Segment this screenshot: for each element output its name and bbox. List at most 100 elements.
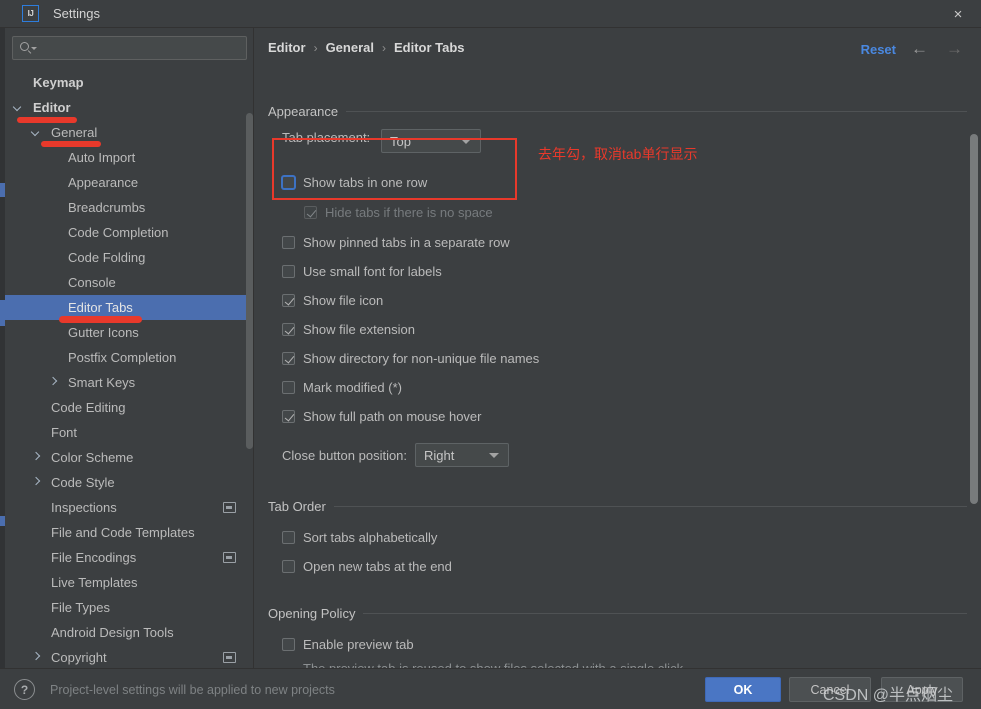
- checkbox-label: Sort tabs alphabetically: [303, 530, 438, 545]
- checkbox-row-open-new-tabs-end[interactable]: Open new tabs at the end: [282, 559, 452, 574]
- chevron-down-icon[interactable]: [13, 102, 24, 113]
- sidebar-item-font[interactable]: Font: [5, 420, 253, 445]
- cancel-button[interactable]: Cancel: [789, 677, 871, 702]
- sidebar-item-label: Color Scheme: [51, 450, 134, 465]
- breadcrumb-part[interactable]: General: [326, 40, 374, 55]
- sidebar-item-android-design-tools[interactable]: Android Design Tools: [5, 620, 253, 645]
- chevron-right-icon[interactable]: [31, 452, 42, 463]
- sidebar-item-label: Editor: [33, 100, 71, 115]
- apply-button[interactable]: Apply: [881, 677, 963, 702]
- sidebar-item-auto-import[interactable]: Auto Import: [5, 145, 253, 170]
- checkbox-row-enable-preview-tab[interactable]: Enable preview tab: [282, 637, 414, 652]
- sidebar-item-label: File Encodings: [51, 550, 137, 565]
- project-level-icon: [223, 652, 236, 663]
- sidebar-item-file-types[interactable]: File Types: [5, 595, 253, 620]
- sidebar-item-console[interactable]: Console: [5, 270, 253, 295]
- back-arrow-icon[interactable]: ←: [911, 40, 928, 57]
- tab-order-group-header: Tab Order: [268, 499, 967, 514]
- checkbox-row-show-pinned-tabs[interactable]: Show pinned tabs in a separate row: [282, 235, 510, 250]
- breadcrumb-separator: ›: [381, 40, 386, 55]
- chevron-right-icon[interactable]: [48, 377, 59, 388]
- checkbox-hide-tabs-no-space: [304, 206, 317, 219]
- sidebar-item-file-encodings[interactable]: File Encodings: [5, 545, 253, 570]
- sidebar-item-inspections[interactable]: Inspections: [5, 495, 253, 520]
- checkbox-show-file-extension[interactable]: [282, 323, 295, 336]
- checkbox-show-pinned-tabs[interactable]: [282, 236, 295, 249]
- checkbox-label: Hide tabs if there is no space: [325, 205, 493, 220]
- sidebar-item-label: General: [51, 125, 98, 140]
- sidebar-item-code-editing[interactable]: Code Editing: [5, 395, 253, 420]
- tab-order-group-title: Tab Order: [268, 499, 326, 514]
- checkbox-show-directory-non-unique[interactable]: [282, 352, 295, 365]
- sidebar-item-color-scheme[interactable]: Color Scheme: [5, 445, 253, 470]
- sidebar-item-label: Gutter Icons: [68, 325, 139, 340]
- checkbox-label: Mark modified (*): [303, 380, 402, 395]
- sidebar-item-gutter-icons[interactable]: Gutter Icons: [5, 320, 253, 345]
- sidebar-item-file-and-code-templates[interactable]: File and Code Templates: [5, 520, 253, 545]
- tab-placement-select[interactable]: Top: [381, 129, 481, 153]
- main-scrollbar-thumb[interactable]: [970, 134, 978, 504]
- appearance-group-header: Appearance: [268, 104, 967, 119]
- chevron-down-icon: [489, 453, 499, 458]
- checkbox-show-tabs-one-row[interactable]: [282, 176, 295, 189]
- checkbox-label: Enable preview tab: [303, 637, 414, 652]
- checkbox-row-show-full-path[interactable]: Show full path on mouse hover: [282, 409, 482, 424]
- intellij-logo-icon: IJ: [22, 5, 39, 22]
- reset-button[interactable]: Reset: [861, 42, 896, 57]
- breadcrumb-part[interactable]: Editor: [268, 40, 306, 55]
- sidebar-item-label: Console: [68, 275, 116, 290]
- annotation-underline-editor-tabs: [59, 316, 142, 323]
- sidebar-item-code-style[interactable]: Code Style: [5, 470, 253, 495]
- checkbox-enable-preview-tab[interactable]: [282, 638, 295, 651]
- checkbox-show-full-path-hover[interactable]: [282, 410, 295, 423]
- chevron-right-icon[interactable]: [31, 477, 42, 488]
- sidebar-scrollbar-thumb[interactable]: [246, 113, 253, 449]
- checkbox-row-show-tabs-one-row[interactable]: Show tabs in one row: [282, 175, 427, 190]
- sidebar-item-appearance[interactable]: Appearance: [5, 170, 253, 195]
- checkbox-row-show-file-icon[interactable]: Show file icon: [282, 293, 383, 308]
- checkbox-label: Show full path on mouse hover: [303, 409, 482, 424]
- sidebar-item-label: Live Templates: [51, 575, 138, 590]
- opening-policy-group-title: Opening Policy: [268, 606, 356, 621]
- ok-button[interactable]: OK: [705, 677, 781, 702]
- sidebar-item-label: Code Editing: [51, 400, 126, 415]
- checkbox-mark-modified[interactable]: [282, 381, 295, 394]
- sidebar-item-breadcrumbs[interactable]: Breadcrumbs: [5, 195, 253, 220]
- sidebar-item-smart-keys[interactable]: Smart Keys: [5, 370, 253, 395]
- close-icon[interactable]: ×: [935, 0, 981, 28]
- checkbox-row-show-directory[interactable]: Show directory for non-unique file names: [282, 351, 539, 366]
- chevron-down-icon[interactable]: [31, 127, 42, 138]
- sidebar-item-code-folding[interactable]: Code Folding: [5, 245, 253, 270]
- checkbox-row-show-file-extension[interactable]: Show file extension: [282, 322, 415, 337]
- checkbox-use-small-font[interactable]: [282, 265, 295, 278]
- help-icon[interactable]: ?: [14, 679, 35, 700]
- dialog-footer: ? Project-level settings will be applied…: [0, 668, 981, 709]
- sidebar-item-copyright[interactable]: Copyright: [5, 645, 253, 668]
- checkbox-row-mark-modified[interactable]: Mark modified (*): [282, 380, 402, 395]
- search-box[interactable]: [12, 36, 247, 60]
- search-field-wrapper[interactable]: [12, 36, 247, 60]
- close-button-position-select[interactable]: Right: [415, 443, 509, 467]
- checkbox-row-hide-tabs-no-space: Hide tabs if there is no space: [304, 205, 493, 220]
- annotation-underline-editor: [17, 117, 77, 123]
- sidebar-item-code-completion[interactable]: Code Completion: [5, 220, 253, 245]
- checkbox-sort-tabs-alphabetically[interactable]: [282, 531, 295, 544]
- sidebar-item-label: Copyright: [51, 650, 107, 665]
- checkbox-row-use-small-font[interactable]: Use small font for labels: [282, 264, 442, 279]
- sidebar-item-keymap[interactable]: Keymap: [5, 70, 253, 95]
- checkbox-open-new-tabs-at-end[interactable]: [282, 560, 295, 573]
- sidebar-item-postfix-completion[interactable]: Postfix Completion: [5, 345, 253, 370]
- close-button-position-label: Close button position:: [282, 448, 408, 463]
- checkbox-show-file-icon[interactable]: [282, 294, 295, 307]
- checkbox-label: Show file icon: [303, 293, 384, 308]
- checkbox-row-sort-tabs[interactable]: Sort tabs alphabetically: [282, 530, 437, 545]
- settings-tree[interactable]: Keymap Editor General Auto Import Appearance…: [5, 70, 253, 668]
- search-input[interactable]: [38, 41, 246, 55]
- group-rule: [363, 613, 967, 614]
- sidebar-item-live-templates[interactable]: Live Templates: [5, 570, 253, 595]
- forward-arrow-icon: →: [946, 39, 963, 58]
- checkbox-label: Show pinned tabs in a separate row: [303, 235, 510, 250]
- project-level-icon: [223, 552, 236, 563]
- chevron-right-icon[interactable]: [31, 652, 42, 663]
- breadcrumb-part[interactable]: Editor Tabs: [394, 40, 465, 55]
